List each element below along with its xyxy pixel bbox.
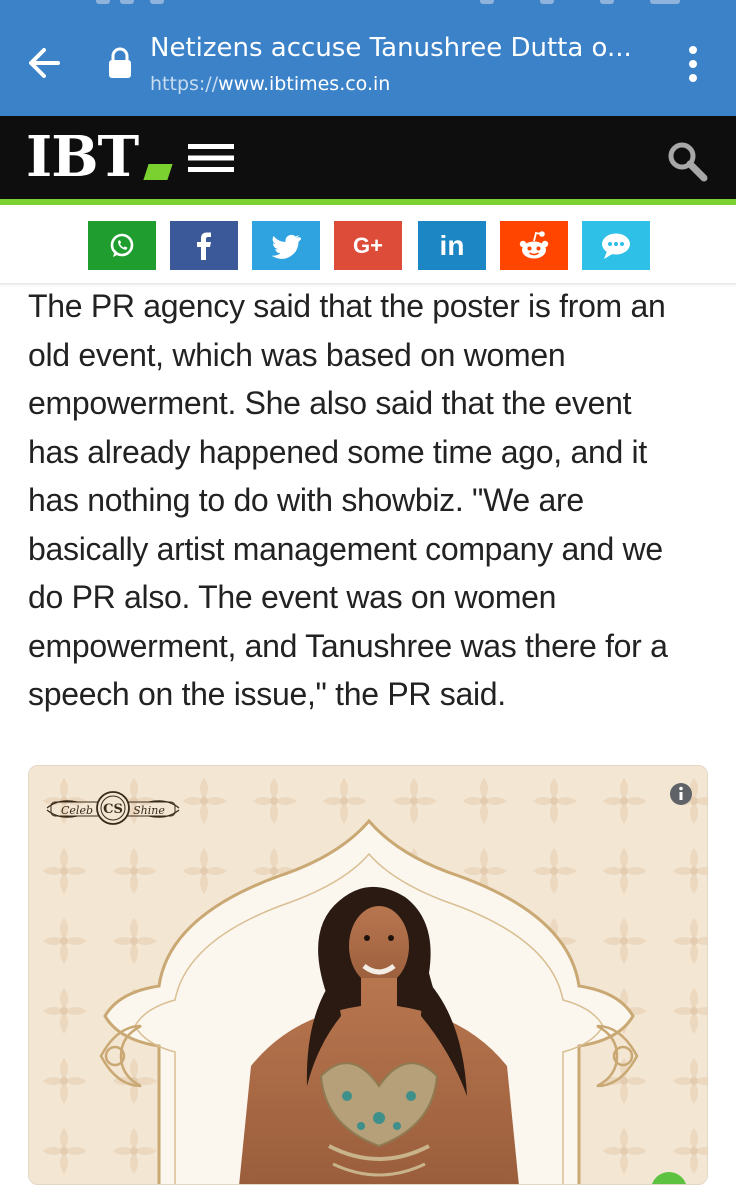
reddit-icon: [519, 230, 549, 258]
battery-icon: [650, 0, 680, 4]
status-icon: [96, 0, 110, 4]
share-google-plus-button[interactable]: G+: [334, 221, 402, 270]
facebook-icon: [197, 232, 211, 260]
site-header: IBT: [0, 116, 736, 199]
status-icon: [540, 0, 554, 4]
hamburger-icon: [188, 144, 234, 172]
whatsapp-icon: [110, 233, 134, 257]
status-icon: [480, 0, 494, 4]
status-icon: [150, 0, 164, 4]
back-arrow-icon: [29, 48, 60, 78]
twitter-icon: [271, 234, 301, 259]
logo-accent: [143, 164, 173, 180]
share-reddit-button[interactable]: [500, 221, 568, 270]
share-facebook-button[interactable]: [170, 221, 238, 270]
overflow-menu-button[interactable]: [680, 42, 706, 86]
nav-menu-button[interactable]: [186, 140, 236, 176]
article-line: empowerment. She also said that the even…: [28, 385, 632, 421]
logo-word-left: Celeb: [61, 804, 93, 817]
article-line: do PR also. The event was on women: [28, 579, 557, 615]
url-host: www.ibtimes.co.in: [218, 73, 391, 95]
status-icon: [600, 0, 614, 4]
ad-info-button[interactable]: [669, 782, 693, 806]
lock-icon: [106, 46, 134, 80]
logo-word-right: Shine: [133, 804, 165, 817]
share-whatsapp-button[interactable]: [88, 221, 156, 270]
article-line: has nothing to do with showbiz. "We are: [28, 482, 584, 518]
share-sms-button[interactable]: [582, 221, 650, 270]
article-paragraph: The PR agency said that the poster is fr…: [28, 282, 718, 719]
page-title[interactable]: Netizens accuse Tanushree Dutta o...: [150, 30, 670, 66]
chat-bubble-icon: [602, 233, 630, 259]
share-twitter-button[interactable]: [252, 221, 320, 270]
page-url[interactable]: https://www.ibtimes.co.in: [150, 71, 650, 97]
status-bar: [0, 0, 736, 6]
celeb-shine-logo: CS Celeb Shine: [46, 791, 180, 825]
back-button[interactable]: [22, 40, 68, 86]
info-icon: [670, 783, 692, 805]
logo-monogram: CS: [103, 802, 123, 817]
search-icon: [668, 142, 708, 182]
article-line: empowerment, and Tanushree was there for…: [28, 627, 668, 664]
url-scheme: https://: [150, 73, 219, 95]
article-line: old event, which was based on women: [28, 336, 566, 373]
more-vert-icon: [689, 46, 697, 82]
site-logo[interactable]: IBT: [26, 124, 139, 190]
search-button[interactable]: [664, 138, 710, 184]
share-bar: G+ in: [0, 205, 736, 285]
article-line: has already happened some time ago, and …: [28, 433, 647, 470]
article-line: basically artist management company and …: [28, 530, 663, 567]
event-poster-image[interactable]: CS Celeb Shine: [28, 765, 708, 1185]
page-bottom: [0, 1186, 736, 1200]
status-icon: [120, 0, 134, 4]
browser-toolbar: Netizens accuse Tanushree Dutta o... htt…: [0, 0, 736, 116]
share-linkedin-button[interactable]: in: [418, 221, 486, 270]
article-line: The PR agency said that the poster is fr…: [28, 288, 666, 324]
article-line: speech on the issue," the PR said.: [28, 676, 506, 712]
